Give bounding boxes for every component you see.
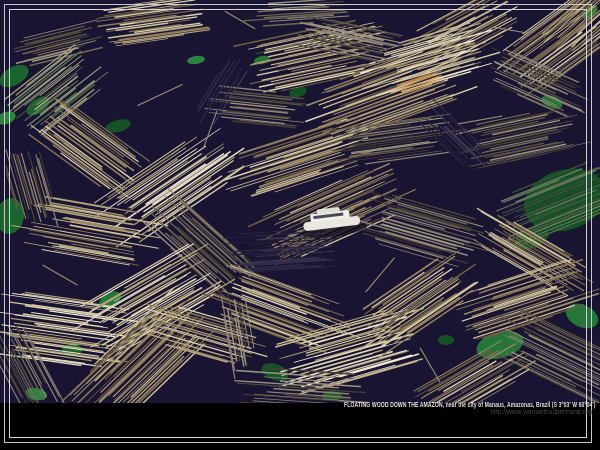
wallpaper: FLOATING WOOD DOWN THE AMAZON, near the … xyxy=(0,0,600,450)
caption-title: FLOATING WOOD DOWN THE AMAZON, near the … xyxy=(344,402,595,409)
amazon-aerial-photo xyxy=(0,0,600,403)
caption-url: http://www.yannarthusbertrand.org xyxy=(490,409,592,416)
